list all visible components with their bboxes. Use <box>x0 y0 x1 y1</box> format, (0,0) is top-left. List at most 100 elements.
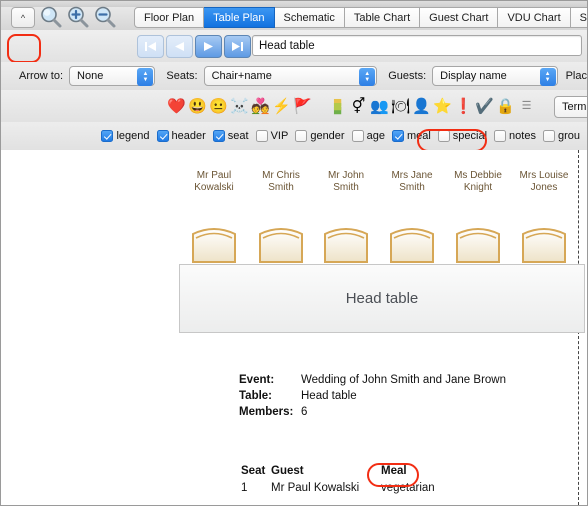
nav-next-button[interactable] <box>195 35 222 58</box>
checkbox-seat[interactable]: seat <box>212 130 249 142</box>
column-header-guest: Guest <box>271 465 304 477</box>
term-button[interactable]: Term <box>554 96 587 118</box>
checkbox-group-box[interactable] <box>542 130 555 142</box>
checkbox-legend-label: legend <box>116 130 150 142</box>
flag-icon[interactable]: 🚩 <box>293 97 312 116</box>
last-table-icon <box>232 42 243 51</box>
checkbox-special-label: special <box>452 130 488 142</box>
chair-6[interactable] <box>521 224 567 263</box>
checkbox-vip-label: VIP <box>270 130 289 142</box>
zoom-fit-icon[interactable] <box>39 5 63 29</box>
seats-value: Chair+name <box>211 70 272 82</box>
chair-2[interactable] <box>258 224 304 263</box>
lock-icon[interactable]: 🔒 <box>496 97 515 116</box>
cell-seat: 1 <box>241 482 248 494</box>
chevron-updown-icon: ▲ ▼ <box>539 68 556 86</box>
checkbox-header[interactable]: header <box>156 130 206 142</box>
arrow-to-select[interactable]: None ▲ ▼ <box>69 66 156 86</box>
checkbox-seat-label: seat <box>227 130 249 142</box>
nav-last-button[interactable] <box>224 35 251 58</box>
cell-meal: vegetarian <box>381 482 435 494</box>
checkbox-special-box[interactable] <box>437 130 450 142</box>
tab-stationery[interactable]: Stationery <box>570 7 587 28</box>
zoom-in-icon[interactable] <box>66 5 90 29</box>
chair-4[interactable] <box>389 224 435 263</box>
event-value: Wedding of John Smith and Jane Brown <box>301 374 506 386</box>
skull-icon[interactable]: ☠️ <box>230 97 249 116</box>
gender-icon[interactable]: ⚥ <box>349 97 368 116</box>
meal-icon[interactable]: 🍽 <box>391 97 410 116</box>
checkbox-gender-label: gender <box>310 130 345 142</box>
seat-list: Seat Guest Meal 1 Mr Paul Kowalski veget… <box>241 465 481 494</box>
arrow-to-value: None <box>77 70 104 82</box>
checkbox-meal[interactable]: meal <box>391 130 431 142</box>
nav-previous-button[interactable] <box>166 35 193 58</box>
app-window: Floor Plan Table Plan Schematic Table Ch… <box>0 0 588 506</box>
tab-floor-plan[interactable]: Floor Plan <box>134 7 205 28</box>
table-shape[interactable]: Head table <box>179 264 585 333</box>
table-name-field[interactable]: Head table <box>252 35 582 56</box>
group-icon[interactable]: 👥 <box>370 97 389 116</box>
checkmark-icon[interactable]: ✔️ <box>475 97 494 116</box>
guests-select[interactable]: Display name ▲ ▼ <box>432 66 558 86</box>
seats-select[interactable]: Chair+name ▲ ▼ <box>203 66 378 86</box>
exclamation-icon[interactable]: ❗ <box>454 97 473 116</box>
heart-icon[interactable]: ❤️ <box>167 97 186 116</box>
tab-table-chart[interactable]: Table Chart <box>344 7 421 28</box>
plan-canvas[interactable]: Mr Paul Kowalski Mr Chris Smith Mr John … <box>1 150 587 505</box>
seat-name-3: Mr John Smith <box>327 170 365 193</box>
chevron-updown-icon: ▲ ▼ <box>137 68 154 86</box>
list-icon[interactable]: ☰ <box>517 97 536 116</box>
checkbox-notes-label: notes <box>509 130 536 142</box>
tab-schematic[interactable]: Schematic <box>274 7 345 28</box>
checkbox-seat-box[interactable] <box>212 130 225 142</box>
tab-table-plan[interactable]: Table Plan <box>204 7 275 28</box>
guests-label: Guests: <box>388 70 427 82</box>
smiley-yellow-icon[interactable]: 😃 <box>188 97 207 116</box>
event-key: Event: <box>239 374 275 386</box>
couple-icon[interactable]: 💑 <box>251 97 270 116</box>
checkbox-age-box[interactable] <box>351 130 364 142</box>
smiley-purple-icon[interactable]: 😐 <box>209 97 228 116</box>
seat-name-5: Ms Debbie Knight <box>454 170 502 193</box>
table-key: Table: <box>239 390 273 402</box>
checkbox-vip[interactable]: VIP <box>255 130 289 142</box>
checkbox-gender[interactable]: gender <box>295 130 345 142</box>
seats-label: Seats: <box>166 70 198 82</box>
previous-table-icon <box>175 42 184 51</box>
checkbox-legend-box[interactable] <box>101 130 114 142</box>
chair-5[interactable] <box>455 224 501 263</box>
checkbox-meal-box[interactable] <box>391 130 404 142</box>
tab-vdu-chart[interactable]: VDU Chart <box>498 7 571 28</box>
checkbox-vip-box[interactable] <box>255 130 268 142</box>
gradient-icon[interactable]: ■ <box>328 97 347 116</box>
chair-1[interactable] <box>191 224 237 263</box>
checkbox-meal-label: meal <box>406 130 431 142</box>
checkbox-gender-box[interactable] <box>295 130 308 142</box>
checkbox-age[interactable]: age <box>351 130 385 142</box>
vip-icon[interactable]: 👤 <box>412 97 431 116</box>
checkbox-special[interactable]: special <box>437 130 488 142</box>
display-options-row: legend header seat VIP gender age meal s… <box>1 122 587 151</box>
table-value: Head table <box>301 390 357 402</box>
star-icon[interactable]: ⭐ <box>433 97 452 116</box>
chevron-updown-icon: ▲ ▼ <box>359 68 376 86</box>
seat-list-header: Seat Guest Meal <box>241 465 481 477</box>
nav-first-button[interactable] <box>137 35 164 58</box>
zoom-out-icon[interactable] <box>93 5 117 29</box>
seat-name-4: Mrs Jane Smith <box>391 170 433 193</box>
next-table-icon <box>204 42 213 51</box>
chair-3[interactable] <box>323 224 369 263</box>
icon-toolbar: ❤️ 😃 😐 ☠️ 💑 ⚡ 🚩 ■ ⚥ 👥 🍽 👤 ⭐ ❗ ✔️ 🔒 ☰ <box>1 90 587 123</box>
first-table-icon <box>145 42 156 51</box>
lightning-icon[interactable]: ⚡ <box>272 97 291 116</box>
checkbox-legend[interactable]: legend <box>101 130 150 142</box>
checkbox-notes-box[interactable] <box>494 130 507 142</box>
checkbox-group[interactable]: grou <box>542 130 580 142</box>
collapse-toolbar-button[interactable]: ^ <box>11 7 35 28</box>
checkbox-notes[interactable]: notes <box>494 130 536 142</box>
table-row: 1 Mr Paul Kowalski vegetarian <box>241 482 481 494</box>
tab-guest-chart[interactable]: Guest Chart <box>420 7 499 28</box>
detail-row-event: Event: Wedding of John Smith and Jane Br… <box>239 374 506 386</box>
checkbox-header-box[interactable] <box>156 130 169 142</box>
